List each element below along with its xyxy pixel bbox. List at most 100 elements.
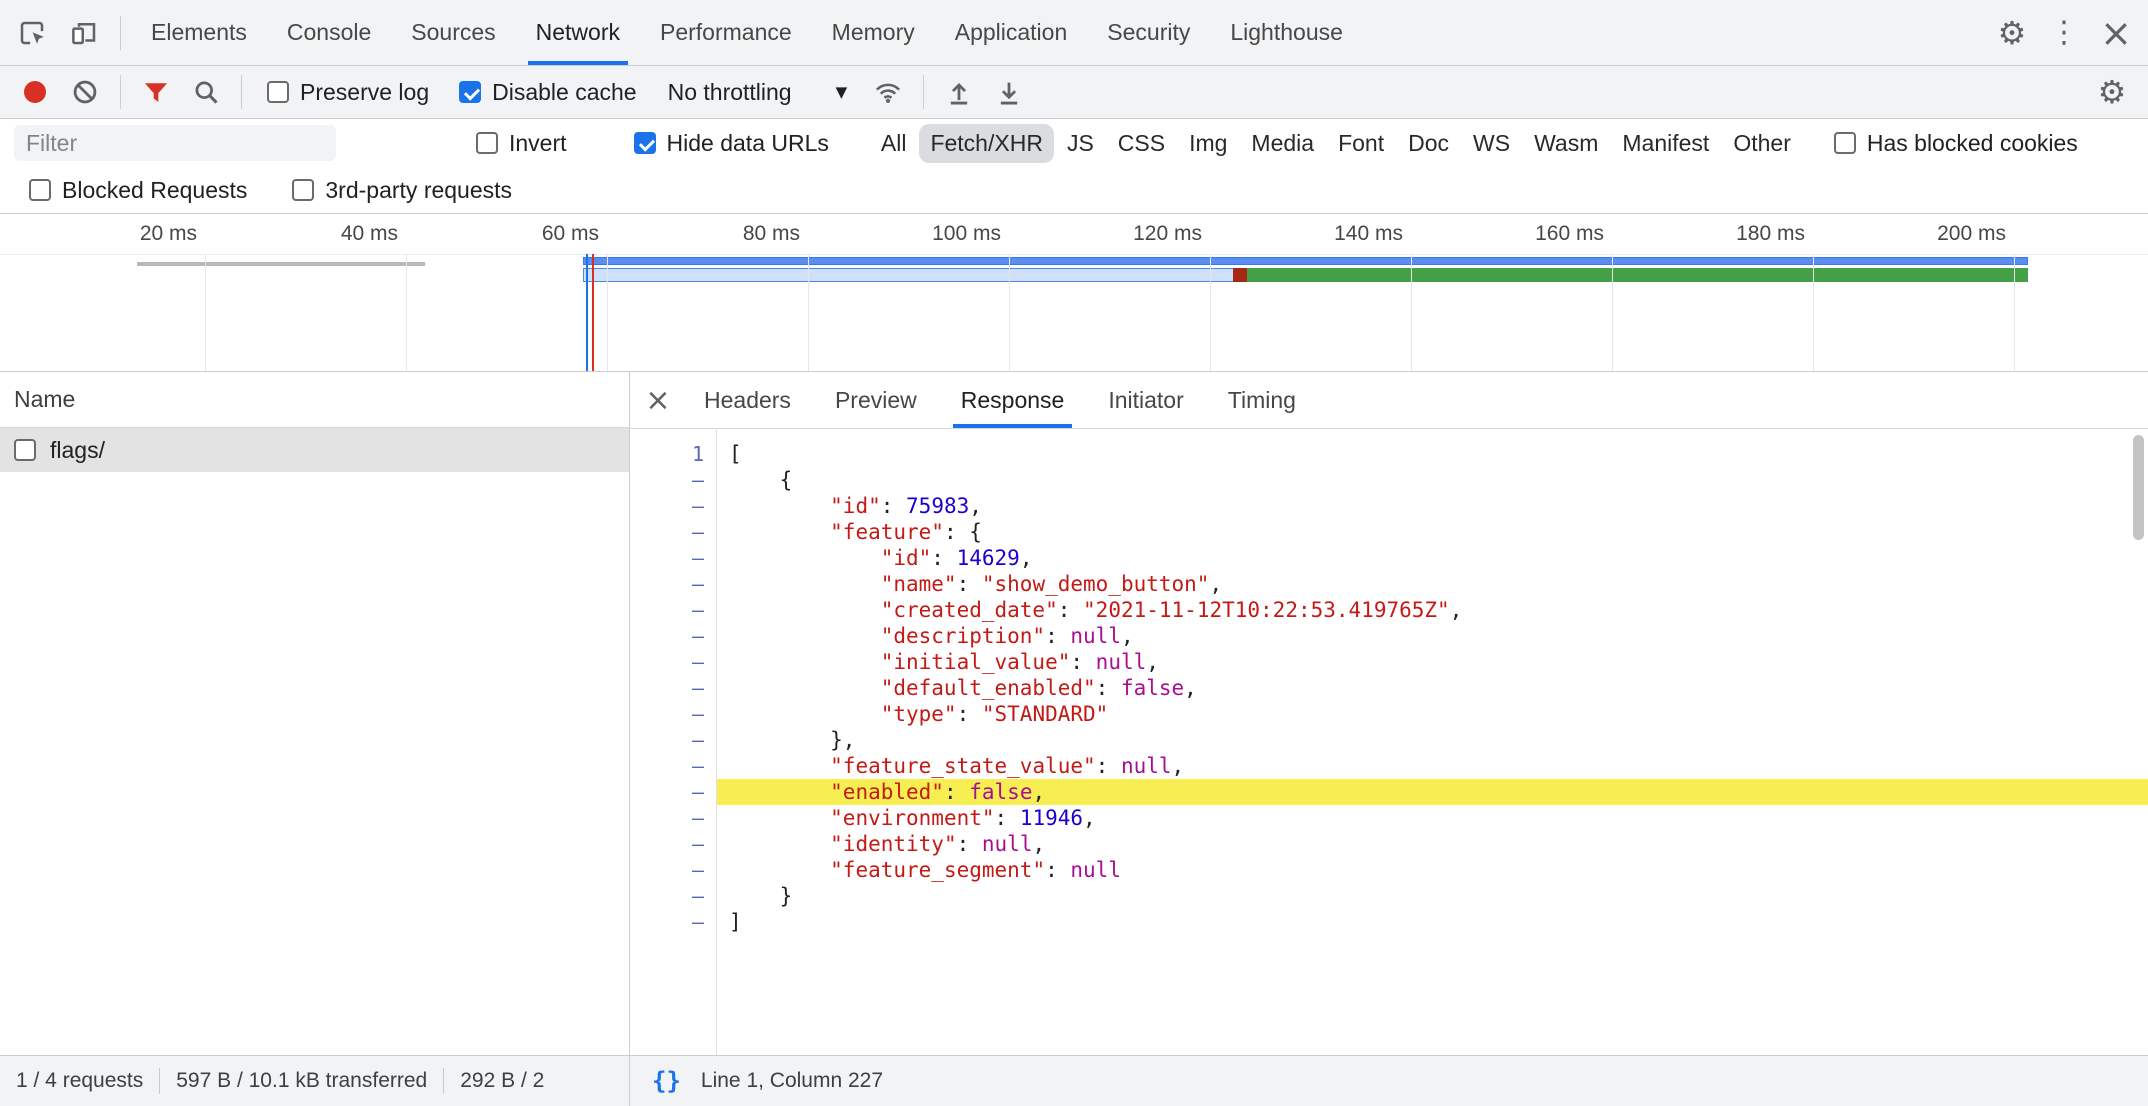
line-number: –	[630, 545, 716, 571]
pretty-print-icon[interactable]: {}	[652, 1067, 681, 1095]
line-number: –	[630, 597, 716, 623]
filter-funnel-icon[interactable]	[131, 70, 181, 114]
code-line: "default_enabled": false,	[717, 675, 2148, 701]
code-token	[729, 780, 830, 804]
response-scrollbar[interactable]	[2133, 435, 2144, 540]
filter-type-fetch-xhr[interactable]: Fetch/XHR	[919, 124, 1053, 163]
invert-checkbox[interactable]: Invert	[476, 130, 567, 157]
tab-application[interactable]: Application	[935, 0, 1088, 65]
requests-name-column-header[interactable]: Name	[0, 372, 629, 428]
filter-type-all[interactable]: All	[870, 124, 918, 163]
filter-type-doc[interactable]: Doc	[1397, 124, 1460, 163]
checkbox[interactable]	[292, 179, 314, 201]
checkbox[interactable]	[267, 81, 289, 103]
close-icon[interactable]: ×	[2090, 7, 2142, 59]
code-token: "name"	[881, 572, 957, 596]
tab-network[interactable]: Network	[516, 0, 640, 65]
blocked-requests-checkbox[interactable]: Blocked Requests	[29, 177, 247, 204]
requests-panel: Name flags/	[0, 372, 630, 1055]
request-checkbox[interactable]	[14, 439, 36, 461]
filter-type-manifest[interactable]: Manifest	[1611, 124, 1720, 163]
detail-tab-headers[interactable]: Headers	[682, 372, 813, 428]
filter-type-js[interactable]: JS	[1056, 124, 1105, 163]
code-token: :	[1096, 676, 1121, 700]
filter-input[interactable]	[14, 125, 336, 161]
code-line: "feature": {	[717, 519, 2148, 545]
settings-gear-icon[interactable]: ⚙	[1986, 7, 2038, 59]
tab-elements[interactable]: Elements	[131, 0, 267, 65]
detail-tab-timing[interactable]: Timing	[1206, 372, 1318, 428]
tab-security[interactable]: Security	[1087, 0, 1210, 65]
code-token: "created_date"	[881, 598, 1058, 622]
export-har-icon[interactable]	[984, 70, 1034, 114]
code-token: ,	[1146, 650, 1159, 674]
tab-console[interactable]: Console	[267, 0, 391, 65]
code-line: }	[717, 883, 2148, 909]
code-token: :	[881, 494, 906, 518]
code-token: "id"	[881, 546, 932, 570]
tab-sources[interactable]: Sources	[391, 0, 515, 65]
cursor-position: Line 1, Column 227	[701, 1069, 883, 1093]
overview-ruler-line	[0, 254, 2148, 255]
overview-tick-label: 160 ms	[1454, 222, 1604, 246]
filter-type-media[interactable]: Media	[1240, 124, 1325, 163]
throttling-select[interactable]: No throttling ▼	[668, 79, 848, 106]
clear-icon[interactable]	[60, 70, 110, 114]
kebab-menu-icon[interactable]: ⋮	[2038, 7, 2090, 59]
code-token	[729, 702, 881, 726]
overview-gridline	[406, 254, 407, 371]
record-button[interactable]	[24, 81, 46, 103]
checkbox[interactable]	[476, 132, 498, 154]
checkbox[interactable]	[1834, 132, 1856, 154]
overview-gridline	[1411, 254, 1412, 371]
import-har-icon[interactable]	[934, 70, 984, 114]
filter-type-css[interactable]: CSS	[1107, 124, 1176, 163]
code-token: :	[944, 780, 969, 804]
code-token	[729, 832, 830, 856]
divider	[159, 1068, 160, 1094]
overview-request-bar	[583, 257, 2028, 265]
detail-tab-initiator[interactable]: Initiator	[1086, 372, 1205, 428]
divider	[120, 75, 121, 109]
inspect-icon[interactable]	[6, 7, 58, 59]
line-number: –	[630, 753, 716, 779]
network-settings-gear-icon[interactable]: ⚙	[2086, 66, 2138, 118]
line-number: –	[630, 493, 716, 519]
code-token: ,	[1020, 546, 1033, 570]
network-conditions-icon[interactable]	[863, 70, 913, 114]
checkbox[interactable]	[459, 81, 481, 103]
tab-memory[interactable]: Memory	[812, 0, 935, 65]
detail-tab-response[interactable]: Response	[939, 372, 1087, 428]
has-blocked-cookies-checkbox[interactable]: Has blocked cookies	[1834, 130, 2078, 157]
line-number: 1	[630, 441, 716, 467]
code-line: "feature_state_value": null,	[717, 753, 2148, 779]
overview-tick-label: 200 ms	[1856, 222, 2006, 246]
device-toolbar-icon[interactable]	[58, 7, 110, 59]
checkbox[interactable]	[634, 132, 656, 154]
main-content: Name flags/ × HeadersPreviewResponseInit…	[0, 372, 2148, 1055]
line-number: –	[630, 701, 716, 727]
tab-lighthouse[interactable]: Lighthouse	[1210, 0, 1363, 65]
filter-type-wasm[interactable]: Wasm	[1523, 124, 1609, 163]
filter-type-ws[interactable]: WS	[1462, 124, 1521, 163]
detail-close-icon[interactable]: ×	[634, 372, 682, 428]
code-token	[729, 858, 830, 882]
filter-type-other[interactable]: Other	[1722, 124, 1802, 163]
code-token: null	[1070, 858, 1121, 882]
checkbox[interactable]	[29, 179, 51, 201]
request-row[interactable]: flags/	[0, 428, 629, 472]
request-name-label: flags/	[50, 437, 105, 464]
preserve-log-checkbox[interactable]: Preserve log	[267, 79, 429, 106]
code-line: "environment": 11946,	[717, 805, 2148, 831]
divider	[241, 75, 242, 109]
hide-data-urls-checkbox[interactable]: Hide data URLs	[634, 130, 829, 157]
disable-cache-checkbox[interactable]: Disable cache	[459, 79, 636, 106]
filter-type-font[interactable]: Font	[1327, 124, 1395, 163]
code-token: "identity"	[830, 832, 956, 856]
detail-tab-preview[interactable]: Preview	[813, 372, 939, 428]
third-party-requests-checkbox[interactable]: 3rd-party requests	[292, 177, 512, 204]
filter-type-img[interactable]: Img	[1178, 124, 1238, 163]
tab-performance[interactable]: Performance	[640, 0, 812, 65]
network-overview-strip[interactable]: 20 ms40 ms60 ms80 ms100 ms120 ms140 ms16…	[0, 214, 2148, 372]
search-icon[interactable]	[181, 70, 231, 114]
